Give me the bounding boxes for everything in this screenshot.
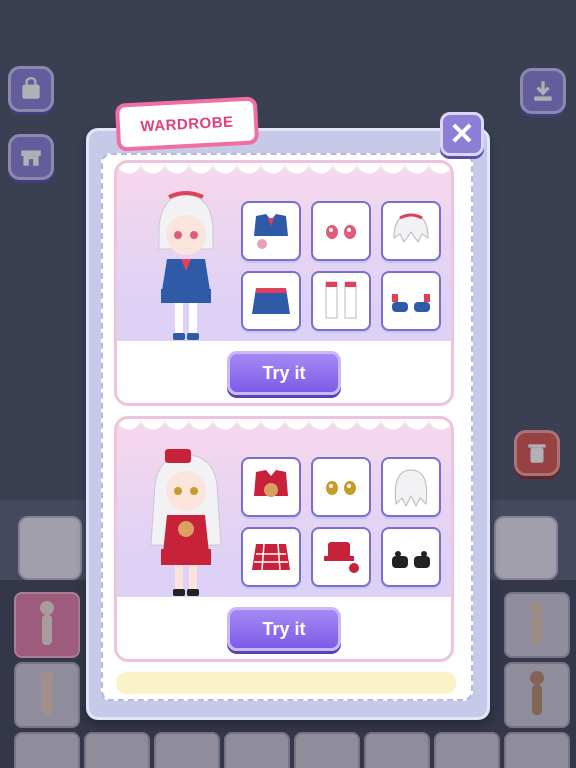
outfit-card: Try it bbox=[114, 160, 454, 406]
long-white-hair-icon bbox=[394, 469, 428, 508]
outfit-item[interactable] bbox=[381, 527, 441, 587]
wardrobe-title-tab: WARDROBE bbox=[114, 96, 260, 152]
red-plaid-jacket-icon bbox=[254, 470, 288, 497]
pink-eyes-icon bbox=[326, 225, 356, 239]
close-button[interactable]: ✕ bbox=[440, 112, 484, 156]
doll-preview-icon bbox=[150, 449, 222, 596]
outfit-item[interactable] bbox=[381, 457, 441, 517]
wardrobe-title: WARDROBE bbox=[140, 113, 234, 135]
card-footer: Try it bbox=[117, 341, 451, 403]
jacket-outfit-icon bbox=[254, 214, 288, 249]
try-it-label: Try it bbox=[262, 618, 306, 639]
try-it-button[interactable]: Try it bbox=[227, 351, 341, 395]
try-it-button[interactable]: Try it bbox=[227, 607, 341, 651]
next-card-peek bbox=[116, 672, 456, 694]
doll-preview-icon bbox=[158, 191, 214, 340]
gold-eyes-icon bbox=[326, 481, 356, 495]
white-socks-icon bbox=[325, 281, 357, 319]
outfit-item[interactable] bbox=[241, 457, 301, 517]
lace-border bbox=[117, 419, 451, 439]
outfit-item[interactable] bbox=[241, 527, 301, 587]
outfit-item[interactable] bbox=[311, 457, 371, 517]
outfit-item[interactable] bbox=[311, 201, 371, 261]
outfit-item[interactable] bbox=[241, 271, 301, 331]
try-it-label: Try it bbox=[262, 362, 306, 383]
outfit-item[interactable] bbox=[311, 527, 371, 587]
blue-skirt-icon bbox=[252, 288, 290, 314]
lace-border bbox=[117, 163, 451, 183]
black-shoes-icon bbox=[392, 551, 430, 568]
outfit-item[interactable] bbox=[381, 271, 441, 331]
white-hair-icon bbox=[393, 213, 429, 243]
outfit-card: Try it bbox=[114, 416, 454, 662]
outfit-item[interactable] bbox=[241, 201, 301, 261]
blue-shoes-icon bbox=[392, 294, 430, 312]
red-hat-icon bbox=[324, 542, 359, 573]
card-footer: Try it bbox=[117, 597, 451, 659]
red-plaid-skirt-icon bbox=[252, 543, 290, 571]
outfit-item[interactable] bbox=[381, 201, 441, 261]
close-icon: ✕ bbox=[449, 117, 475, 151]
outfit-item[interactable] bbox=[311, 271, 371, 331]
